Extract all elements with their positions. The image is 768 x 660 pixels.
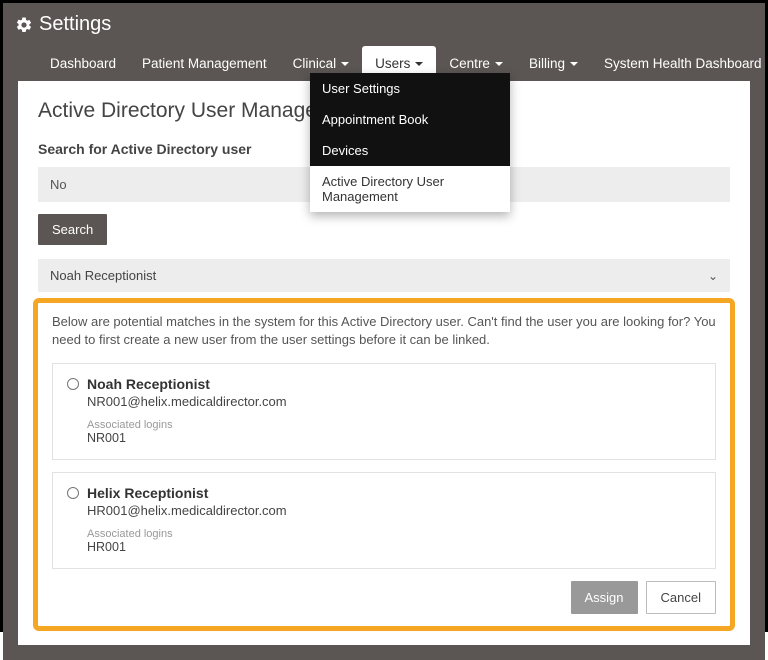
associated-logins-label: Associated logins — [87, 528, 701, 540]
caret-icon — [495, 62, 503, 66]
nav-billing[interactable]: Billing — [516, 46, 591, 81]
match-email: HR001@helix.medicaldirector.com — [87, 503, 701, 518]
dropdown-ad-user-mgmt[interactable]: Active Directory User Management — [310, 166, 510, 212]
assign-button[interactable]: Assign — [571, 581, 638, 614]
nav-patient-management[interactable]: Patient Management — [129, 46, 280, 81]
caret-icon — [570, 62, 578, 66]
user-select[interactable]: Noah Receptionist — [38, 259, 730, 292]
match-card: Noah Receptionist NR001@helix.medicaldir… — [52, 363, 716, 460]
dropdown-appointment-book[interactable]: Appointment Book — [310, 104, 510, 135]
caret-icon — [415, 62, 423, 66]
match-radio[interactable] — [67, 487, 79, 499]
match-name: Noah Receptionist — [87, 376, 210, 392]
associated-logins-label: Associated logins — [87, 419, 701, 431]
dropdown-user-settings[interactable]: User Settings — [310, 73, 510, 104]
search-button[interactable]: Search — [38, 214, 107, 245]
associated-login: NR001 — [87, 431, 701, 445]
cancel-button[interactable]: Cancel — [646, 581, 716, 614]
dropdown-devices[interactable]: Devices — [310, 135, 510, 166]
match-card: Helix Receptionist HR001@helix.medicaldi… — [52, 472, 716, 569]
gear-icon — [15, 16, 33, 34]
app-title: Settings — [39, 13, 111, 36]
match-name: Helix Receptionist — [87, 485, 208, 501]
matches-highlight: Below are potential matches in the syste… — [33, 298, 735, 631]
chevron-down-icon: ⌄ — [708, 269, 718, 283]
match-email: NR001@helix.medicaldirector.com — [87, 394, 701, 409]
match-radio[interactable] — [67, 378, 79, 390]
nav-system-health[interactable]: System Health Dashboard — [591, 46, 768, 81]
associated-login: HR001 — [87, 540, 701, 554]
header-title: Settings — [15, 13, 753, 36]
caret-icon — [341, 62, 349, 66]
matches-help-text: Below are potential matches in the syste… — [52, 313, 716, 349]
nav-dashboard[interactable]: Dashboard — [37, 46, 129, 81]
users-dropdown: User Settings Appointment Book Devices A… — [310, 73, 510, 212]
